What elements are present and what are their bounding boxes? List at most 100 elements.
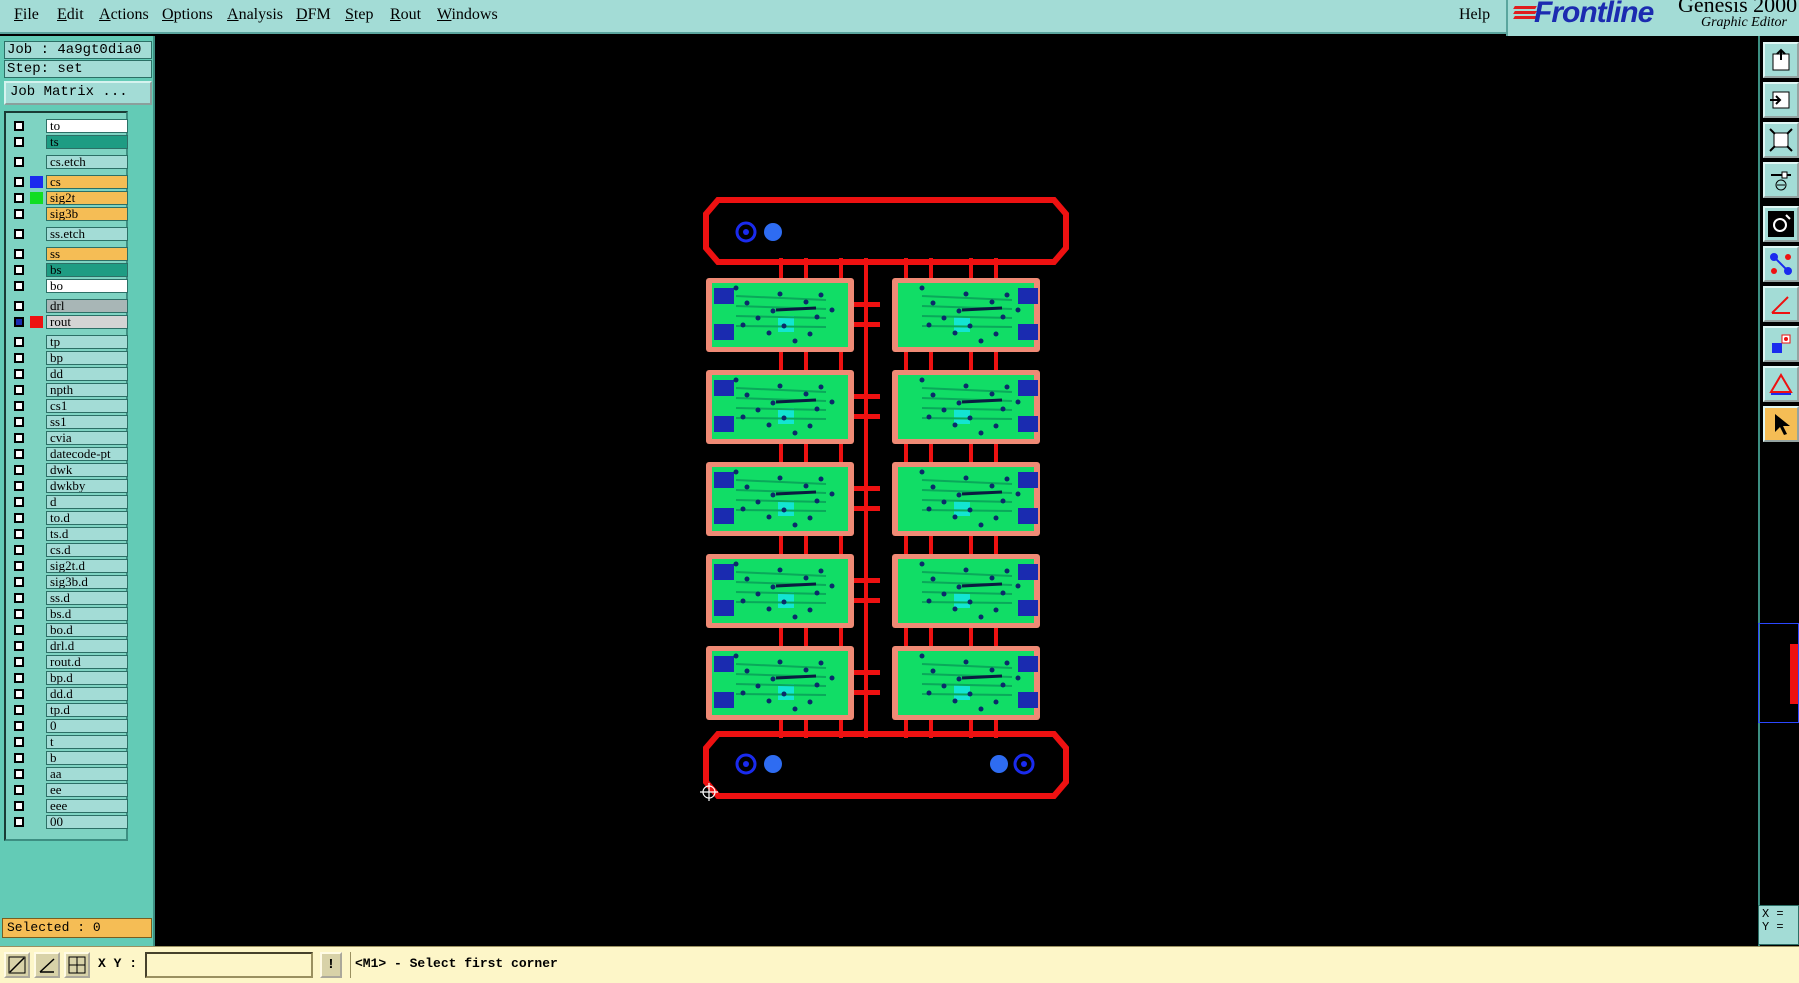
layer-checkbox[interactable] (14, 433, 24, 443)
layer-checkbox[interactable] (14, 417, 24, 427)
layer-checkbox[interactable] (14, 401, 24, 411)
layer-checkbox[interactable] (14, 137, 24, 147)
layer-checkbox[interactable] (14, 229, 24, 239)
layer-name[interactable]: tp.d (46, 703, 128, 717)
layer-color-swatch[interactable] (30, 672, 43, 684)
layer-row-tp.d[interactable]: tp.d (10, 703, 128, 717)
connect-nodes-icon[interactable] (1763, 246, 1799, 282)
menu-rout[interactable]: Rout (390, 6, 421, 24)
layer-color-swatch[interactable] (30, 228, 43, 240)
layer-checkbox[interactable] (14, 513, 24, 523)
layer-checkbox[interactable] (14, 673, 24, 683)
layer-name[interactable]: sig3b.d (46, 575, 128, 589)
layer-row-npth[interactable]: npth (10, 383, 128, 397)
layer-color-swatch[interactable] (30, 640, 43, 652)
layer-row-cvia[interactable]: cvia (10, 431, 128, 445)
layer-color-swatch[interactable] (30, 208, 43, 220)
layer-color-swatch[interactable] (30, 752, 43, 764)
layer-checkbox[interactable] (14, 721, 24, 731)
layer-row-sig2t.d[interactable]: sig2t.d (10, 559, 128, 573)
layer-color-swatch[interactable] (30, 544, 43, 556)
layer-name[interactable]: t (46, 735, 128, 749)
menu-help[interactable]: Help (1459, 6, 1490, 24)
layer-checkbox[interactable] (14, 301, 24, 311)
select-pointer-icon[interactable] (1763, 406, 1799, 442)
layer-color-swatch[interactable] (30, 248, 43, 260)
layer-name[interactable]: cs (46, 175, 128, 189)
layer-name[interactable]: bp (46, 351, 128, 365)
menu-step[interactable]: Step (345, 6, 373, 24)
layer-name[interactable]: 0 (46, 719, 128, 733)
layer-checkbox[interactable] (14, 737, 24, 747)
layer-name[interactable]: cs1 (46, 399, 128, 413)
layer-checkbox[interactable] (14, 209, 24, 219)
layer-row-cs1[interactable]: cs1 (10, 399, 128, 413)
layer-checkbox[interactable] (14, 705, 24, 715)
layer-row-aa[interactable]: aa (10, 767, 128, 781)
layer-row-cs.etch[interactable]: cs.etch (10, 155, 128, 169)
menu-analysis[interactable]: Analysis (227, 6, 283, 24)
layer-row-sig3b.d[interactable]: sig3b.d (10, 575, 128, 589)
layer-color-swatch[interactable] (30, 416, 43, 428)
layer-name[interactable]: eee (46, 799, 128, 813)
export-icon[interactable] (1763, 42, 1799, 78)
layer-color-swatch[interactable] (30, 608, 43, 620)
layer-row-bo.d[interactable]: bo.d (10, 623, 128, 637)
layer-name[interactable]: datecode-pt (46, 447, 128, 461)
layer-row-dd[interactable]: dd (10, 367, 128, 381)
layer-checkbox[interactable] (14, 769, 24, 779)
layer-checkbox[interactable] (14, 177, 24, 187)
layer-row-bp[interactable]: bp (10, 351, 128, 365)
menu-edit[interactable]: Edit (57, 6, 84, 24)
layer-row-bs.d[interactable]: bs.d (10, 607, 128, 621)
layer-checkbox[interactable] (14, 465, 24, 475)
layer-name[interactable]: dd (46, 367, 128, 381)
measure-line-icon[interactable] (4, 952, 30, 978)
menu-options[interactable]: Options (162, 6, 213, 24)
layer-checkbox[interactable] (14, 337, 24, 347)
layer-color-swatch[interactable] (30, 336, 43, 348)
layer-row-ts.d[interactable]: ts.d (10, 527, 128, 541)
layer-name[interactable]: ts.d (46, 527, 128, 541)
layer-name[interactable]: sig3b (46, 207, 128, 221)
layer-color-swatch[interactable] (30, 768, 43, 780)
layer-row-cs[interactable]: cs (10, 175, 128, 189)
layer-row-datecode-pt[interactable]: datecode-pt (10, 447, 128, 461)
layer-color-swatch[interactable] (30, 688, 43, 700)
layer-name[interactable]: ss.d (46, 591, 128, 605)
layer-checkbox[interactable] (14, 657, 24, 667)
layer-color-swatch[interactable] (30, 400, 43, 412)
layer-row-0[interactable]: 0 (10, 719, 128, 733)
layer-name[interactable]: to (46, 119, 128, 133)
layer-checkbox[interactable] (14, 385, 24, 395)
layer-name[interactable]: sig2t.d (46, 559, 128, 573)
layer-checkbox[interactable] (14, 281, 24, 291)
layer-color-swatch[interactable] (30, 736, 43, 748)
layer-name[interactable]: rout (46, 315, 128, 329)
layer-color-swatch[interactable] (30, 264, 43, 276)
layer-name[interactable]: aa (46, 767, 128, 781)
layer-checkbox[interactable] (14, 577, 24, 587)
menu-windows[interactable]: Windows (437, 6, 498, 24)
layer-checkbox[interactable] (14, 121, 24, 131)
layer-checkbox[interactable] (14, 801, 24, 811)
layer-checkbox[interactable] (14, 157, 24, 167)
layer-row-sig3b[interactable]: sig3b (10, 207, 128, 221)
layer-color-swatch[interactable] (30, 560, 43, 572)
layer-row-drl.d[interactable]: drl.d (10, 639, 128, 653)
layer-row-drl[interactable]: drl (10, 299, 128, 313)
layer-row-dwkby[interactable]: dwkby (10, 479, 128, 493)
layer-name[interactable]: tp (46, 335, 128, 349)
layer-row-bs[interactable]: bs (10, 263, 128, 277)
layer-checkbox[interactable] (14, 753, 24, 763)
import-icon[interactable] (1763, 82, 1799, 118)
measure-angle-icon[interactable] (1763, 286, 1799, 322)
layer-row-ss.etch[interactable]: ss.etch (10, 227, 128, 241)
layer-row-dwk[interactable]: dwk (10, 463, 128, 477)
menu-file[interactable]: File (14, 6, 39, 24)
layer-list[interactable]: to ts cs.etch cs sig2t sig3b ss.etch ss bs bo drl r… (4, 111, 128, 841)
grid-icon[interactable] (64, 952, 90, 978)
layer-color-swatch[interactable] (30, 576, 43, 588)
layer-color-swatch[interactable] (30, 176, 43, 188)
layer-color-swatch[interactable] (30, 384, 43, 396)
